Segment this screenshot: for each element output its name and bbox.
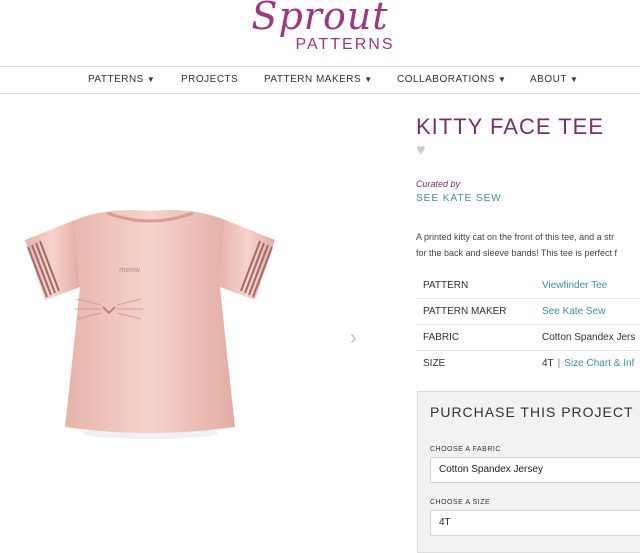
spec-row-pattern-maker: PATTERN MAKER See Kate Sew <box>416 299 640 325</box>
tee-body <box>65 210 235 433</box>
product-image-tee[interactable]: meow <box>15 195 285 445</box>
chevron-down-icon: ▼ <box>497 75 507 84</box>
spec-row-size: SIZE 4T | Size Chart & Inf <box>423 358 635 369</box>
favorite-heart-icon[interactable]: ♥ <box>416 142 426 160</box>
carousel-next-arrow-icon[interactable]: › <box>350 327 357 350</box>
size-chart-link[interactable]: Size Chart & Inf <box>564 358 634 369</box>
product-description: A printed kitty cat on the front of this… <box>416 232 617 258</box>
nav-item-pattern-makers[interactable]: PATTERN MAKERS ▼ <box>264 74 373 85</box>
nav-item-projects[interactable]: PROJECTS <box>181 74 238 85</box>
size-select[interactable]: 4T <box>430 510 640 536</box>
spec-row-fabric: FABRIC Cotton Spandex Jers <box>416 325 640 351</box>
pattern-maker-link[interactable]: See Kate Sew <box>542 306 605 317</box>
fabric-select[interactable]: Cotton Spandex Jersey <box>430 457 640 483</box>
nav-item-patterns[interactable]: PATTERNS ▼ <box>88 74 155 85</box>
chevron-down-icon: ▼ <box>146 75 156 84</box>
size-value: 4T <box>542 358 554 369</box>
fabric-field-label: CHOOSE A FABRIC <box>430 446 501 453</box>
chevron-down-icon: ▼ <box>569 75 579 84</box>
size-field-label: CHOOSE A SIZE <box>430 499 491 506</box>
tee-print-text: meow <box>119 266 140 274</box>
curated-by-label: Curated by <box>416 179 461 189</box>
main-nav: PATTERNS ▼ PROJECTS PATTERN MAKERS ▼ COLLA… <box>0 66 640 94</box>
size-separator: | <box>557 358 561 369</box>
curator-link[interactable]: SEE KATE SEW <box>416 193 502 204</box>
product-title: KITTY FACE TEE <box>416 114 605 139</box>
nav-item-collaborations[interactable]: COLLABORATIONS ▼ <box>397 74 506 85</box>
logo-script-text: Sprout <box>251 0 389 38</box>
product-specs-table: PATTERN Viewfinder Tee PATTERN MAKER See… <box>416 273 640 376</box>
chevron-down-icon: ▼ <box>364 75 373 84</box>
purchase-title: PURCHASE THIS PROJECT <box>430 404 634 420</box>
nav-item-about[interactable]: ABOUT ▼ <box>530 74 578 85</box>
site-logo[interactable]: Sprout PATTERNS <box>0 0 640 62</box>
spec-row-pattern: PATTERN Viewfinder Tee <box>416 273 640 299</box>
fabric-value: Cotton Spandex Jers <box>542 332 636 343</box>
purchase-panel: PURCHASE THIS PROJECT CHOOSE A FABRIC Co… <box>417 391 640 553</box>
logo-caps-text: PATTERNS <box>295 36 395 53</box>
pattern-link[interactable]: Viewfinder Tee <box>542 280 607 291</box>
